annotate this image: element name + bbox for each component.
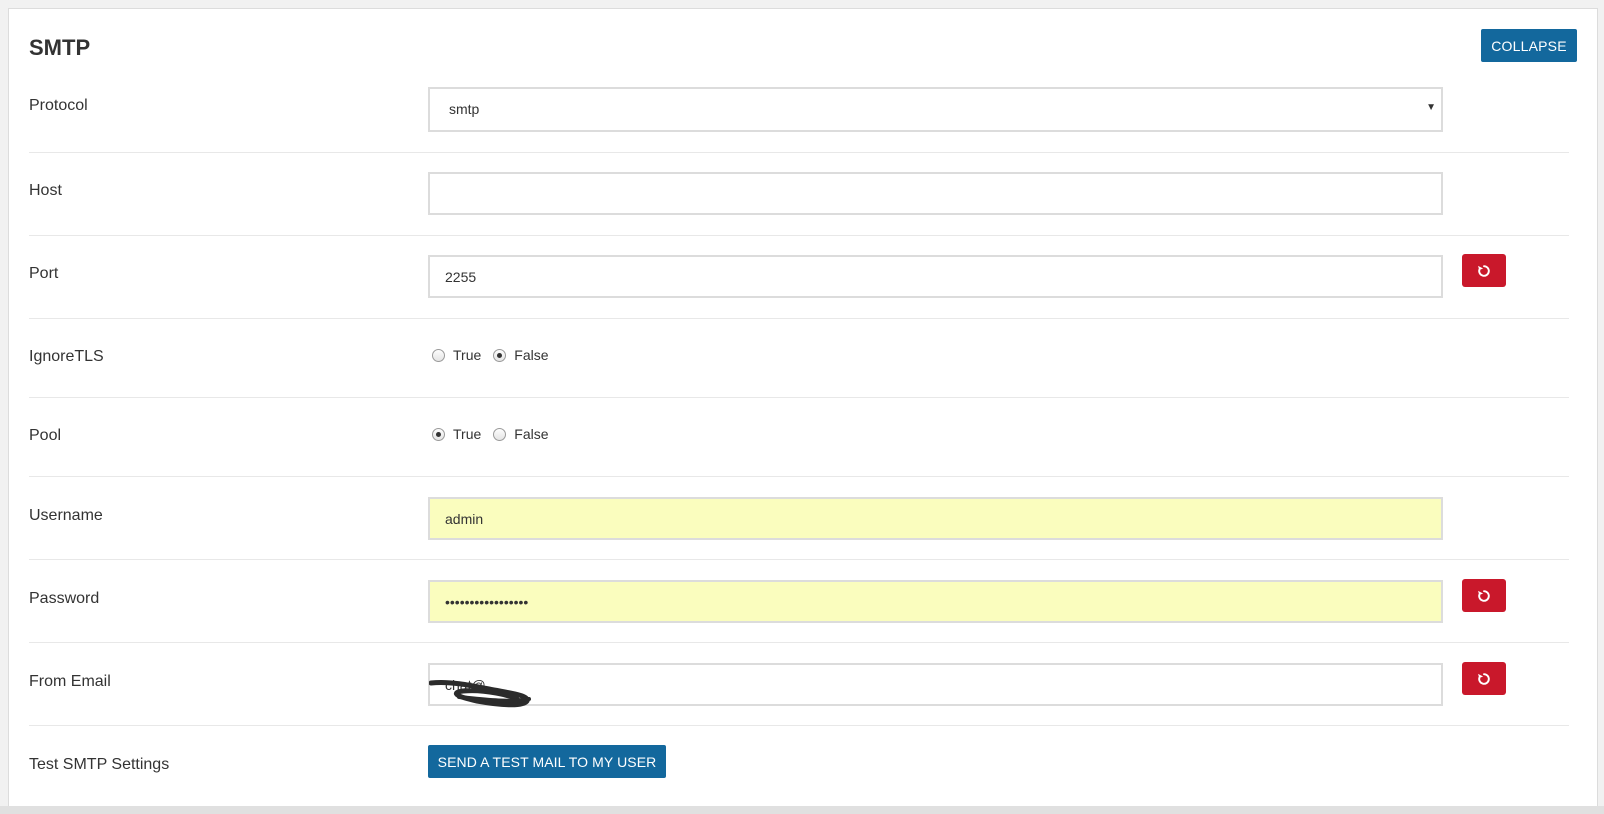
pool-radio-group: True False (432, 426, 561, 442)
host-label: Host (29, 182, 62, 199)
port-input[interactable] (428, 255, 1443, 298)
ignoretls-false-radio[interactable] (493, 348, 507, 362)
from-email-row: From Email (29, 643, 1569, 726)
ignoretls-radio-group: True False (432, 347, 561, 363)
protocol-select[interactable]: smtp ▼ (428, 87, 1443, 132)
protocol-row: Protocol smtp ▼ (29, 9, 1569, 153)
host-row: Host (29, 153, 1569, 236)
from-email-label: From Email (29, 673, 111, 690)
ignoretls-row: IgnoreTLS True False (29, 319, 1569, 398)
undo-icon (1478, 589, 1490, 602)
port-label: Port (29, 265, 59, 282)
protocol-label: Protocol (29, 97, 88, 114)
from-email-input[interactable] (428, 663, 1443, 706)
pool-false-option[interactable]: False (493, 426, 549, 442)
port-reset-button[interactable] (1462, 254, 1506, 287)
pool-false-radio[interactable] (493, 427, 507, 441)
ignoretls-false-option[interactable]: False (493, 347, 549, 363)
send-test-mail-button[interactable]: SEND A TEST MAIL TO MY USER (428, 745, 666, 778)
password-reset-button[interactable] (1462, 579, 1506, 612)
host-input[interactable] (428, 172, 1443, 215)
radio-label: True (453, 426, 482, 442)
ignoretls-label: IgnoreTLS (29, 348, 104, 365)
caret-down-icon: ▼ (1426, 102, 1436, 113)
port-row: Port (29, 236, 1569, 319)
smtp-settings-panel: SMTP COLLAPSE Protocol smtp ▼ Host Port … (8, 8, 1598, 814)
bottom-scroll-edge (0, 806, 1604, 814)
pool-true-option[interactable]: True (432, 426, 481, 442)
radio-label: True (453, 347, 482, 363)
pool-row: Pool True False (29, 398, 1569, 477)
username-input[interactable] (428, 497, 1443, 540)
radio-label: False (514, 426, 549, 442)
username-row: Username (29, 477, 1569, 560)
pool-true-radio[interactable] (432, 427, 445, 441)
radio-label: False (514, 347, 549, 363)
password-label: Password (29, 590, 100, 607)
undo-icon (1478, 264, 1490, 277)
protocol-select-value: smtp (449, 101, 480, 117)
username-label: Username (29, 507, 103, 524)
from-email-reset-button[interactable] (1462, 662, 1506, 695)
password-input[interactable] (428, 580, 1443, 623)
test-smtp-label: Test SMTP Settings (29, 756, 170, 773)
test-smtp-row: Test SMTP Settings SEND A TEST MAIL TO M… (29, 726, 1569, 806)
password-row: Password (29, 560, 1569, 643)
ignoretls-true-option[interactable]: True (432, 347, 481, 363)
pool-label: Pool (29, 427, 62, 444)
undo-icon (1478, 672, 1490, 685)
ignoretls-true-radio[interactable] (432, 348, 445, 362)
